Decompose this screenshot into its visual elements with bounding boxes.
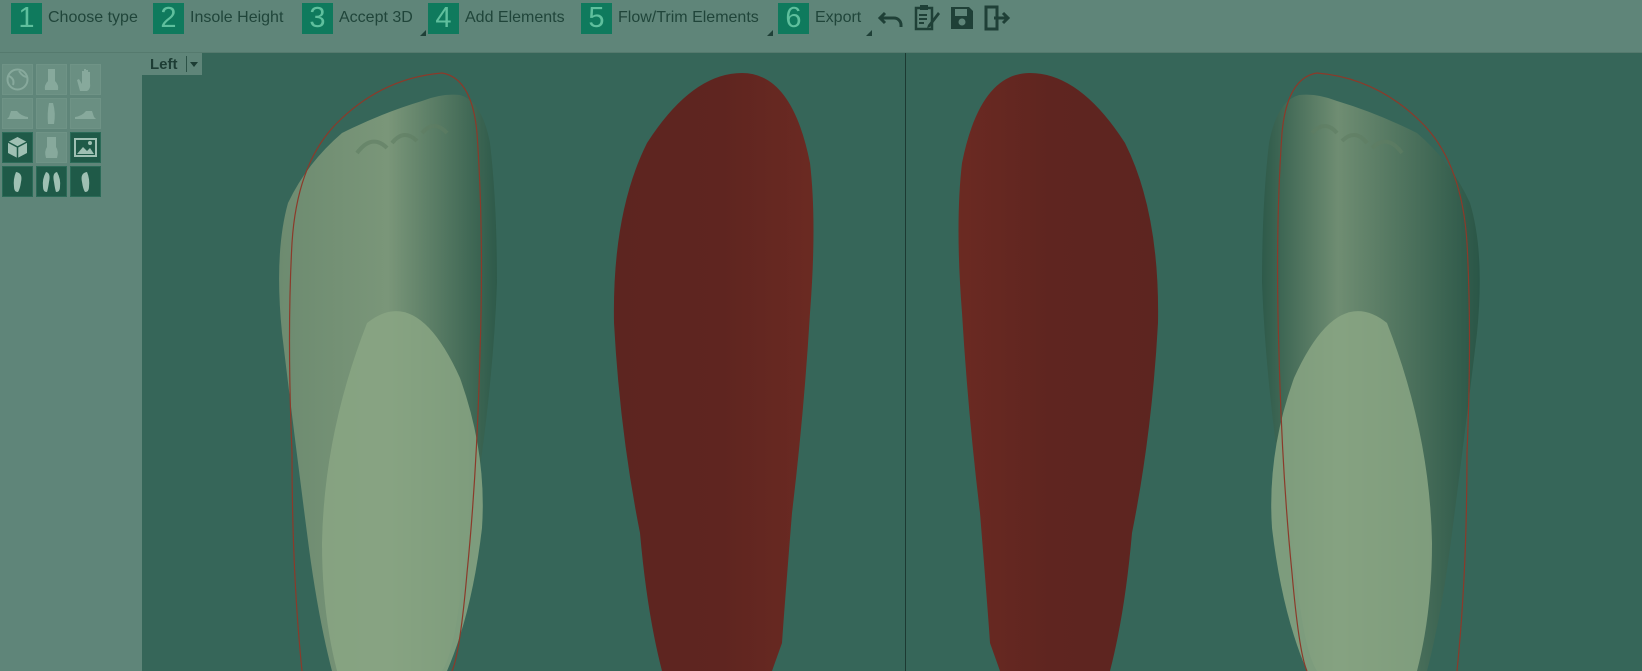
save-icon[interactable] [947,3,977,33]
step-number: 1 [11,2,42,34]
view-selector[interactable]: Left [142,53,202,75]
right-foot-model[interactable] [1262,72,1480,671]
view-selector-separator [185,56,187,72]
globe-view-icon[interactable] [2,64,33,95]
dropdown-corner-icon [420,30,426,36]
step-number: 6 [778,2,809,34]
chevron-down-icon[interactable] [189,61,198,67]
main-toolbar: 1 Choose type 2 Insole Height 3 Accept 3… [0,0,1642,53]
clipboard-edit-icon[interactable] [912,3,942,33]
left-tool-panel [0,53,142,671]
step-export[interactable]: 6 Export [778,2,872,36]
scene-canvas[interactable] [142,53,1642,671]
step-insole-height[interactable]: 2 Insole Height [153,2,283,34]
step-choose-type[interactable]: 1 Choose type [11,2,138,34]
both-feet-icon[interactable] [36,166,67,197]
left-foot-model[interactable] [279,72,497,671]
foot-side-right-icon[interactable] [70,98,101,129]
exit-icon[interactable] [982,3,1012,33]
step-accept-3d[interactable]: 3 Accept 3D [302,2,426,36]
step-label: Accept 3D [339,9,413,26]
hand-icon[interactable] [70,64,101,95]
3d-viewport[interactable]: Left [142,53,1642,671]
step-number: 4 [428,2,459,34]
step-label: Flow/Trim Elements [618,9,759,26]
view-selector-value: Left [150,55,178,73]
dropdown-corner-icon [866,30,872,36]
left-foot-icon[interactable] [2,166,33,197]
step-label: Choose type [48,9,138,26]
foot-shape-icon[interactable] [36,132,67,163]
viewport-divider [905,53,906,671]
step-number: 5 [581,2,612,34]
step-label: Insole Height [190,9,284,26]
foot-back-icon[interactable] [36,64,67,95]
step-add-elements[interactable]: 4 Add Elements [428,2,565,34]
step-number: 3 [302,2,333,34]
foot-front-icon[interactable] [36,98,67,129]
dropdown-corner-icon [767,30,773,36]
cube-icon[interactable] [2,132,33,163]
step-flow-trim-elements[interactable]: 5 Flow/Trim Elements [581,2,773,36]
foot-side-icon[interactable] [2,98,33,129]
step-number: 2 [153,2,184,34]
right-insole-model[interactable] [958,73,1159,671]
right-foot-icon[interactable] [70,166,101,197]
left-insole-model[interactable] [613,73,814,671]
step-label: Add Elements [465,9,565,26]
image-icon[interactable] [70,132,101,163]
step-label: Export [815,9,862,26]
undo-icon[interactable] [877,3,907,33]
